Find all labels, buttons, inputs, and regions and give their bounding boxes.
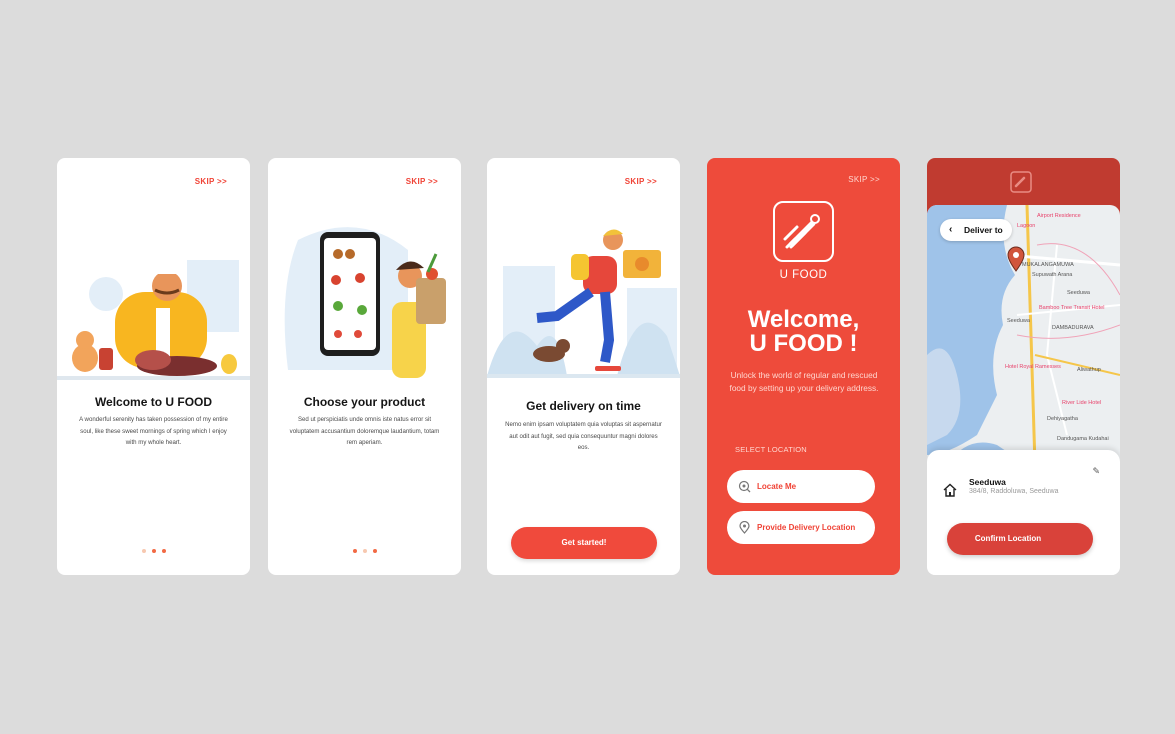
edit-icon[interactable]: ✎ xyxy=(1092,466,1100,477)
onboarding-screen-1: SKIP >> Welcome to U FOOD A wonderful se… xyxy=(57,158,250,575)
map-label: DAMBADURAVA xyxy=(1052,325,1094,331)
page-dot[interactable] xyxy=(372,549,377,553)
chef-illustration xyxy=(57,255,250,380)
delivery-illustration xyxy=(487,229,680,378)
map-label: River Lide Hotel xyxy=(1062,400,1102,406)
welcome-description: Unlock the world of regular and rescued … xyxy=(729,370,879,393)
skip-button[interactable]: SKIP >> xyxy=(195,177,227,186)
page-indicator xyxy=(57,540,250,558)
map-pin-icon xyxy=(1007,246,1025,272)
confirm-location-button[interactable]: Confirm Location xyxy=(947,523,1093,555)
skip-button[interactable]: SKIP >> xyxy=(848,175,880,184)
page-title: Welcome to U FOOD xyxy=(94,395,213,409)
page-dot[interactable] xyxy=(141,549,146,553)
welcome-heading: Welcome, U FOOD ! xyxy=(707,308,900,356)
get-started-button[interactable]: Get started! xyxy=(511,527,657,559)
map-label: Hotel Royal Ramesses xyxy=(1005,364,1061,370)
page-title: Choose your product xyxy=(303,395,426,409)
map-label: Airport Residence xyxy=(1037,213,1081,219)
page-dot-active[interactable] xyxy=(352,549,357,553)
map-label: Aliwathup xyxy=(1077,367,1101,373)
skip-button[interactable]: SKIP >> xyxy=(406,177,438,186)
welcome-line-1: Welcome, xyxy=(747,306,860,333)
ufood-logo xyxy=(773,201,834,262)
map-label: Seeduwa xyxy=(1007,318,1030,324)
page-description: Sed ut perspiciatis unde omnis iste natu… xyxy=(289,416,440,446)
map-label: Lagoon xyxy=(1017,223,1036,229)
brand-name: U FOOD xyxy=(779,269,828,281)
page-dot[interactable] xyxy=(161,549,166,553)
address-sheet: ✎ Seeduwa 384/8, Raddoluwa, Seeduwa Conf… xyxy=(927,450,1120,575)
skip-button[interactable]: SKIP >> xyxy=(625,177,657,186)
page-indicator xyxy=(268,540,461,558)
map-label: Supuwath Arana xyxy=(1032,272,1073,278)
locate-me-button[interactable]: Locate Me xyxy=(727,470,875,503)
chevron-left-icon: ‹ xyxy=(949,224,953,235)
locate-me-label: Locate Me xyxy=(757,482,797,491)
map-label: Seeduwa xyxy=(1067,290,1090,296)
select-location-screen: SKIP >> U FOOD Welcome, U FOOD ! Unlock … xyxy=(707,158,900,575)
map-label: Bamboo Tree Transit Hotel xyxy=(1039,305,1105,311)
provide-location-label: Provide Delivery Location xyxy=(757,523,856,532)
locate-search-icon xyxy=(738,480,751,493)
address-title: Seeduwa xyxy=(969,477,1006,487)
page-dot-active[interactable] xyxy=(151,549,156,553)
page-description: A wonderful serenity has taken possessio… xyxy=(79,416,228,446)
rocket-icon xyxy=(783,214,820,249)
onboarding-screen-3: SKIP >> Get delivery on time Nemo enim i… xyxy=(487,158,680,575)
address-detail: 384/8, Raddoluwa, Seeduwa xyxy=(969,488,1059,495)
home-icon xyxy=(943,483,957,497)
map-screen: Airport Residence Lagoon MUKALANGAMUWA S… xyxy=(927,158,1120,575)
map-label: Dehiyagatha xyxy=(1047,416,1078,422)
onboarding-screen-2: SKIP >> Choose your product Sed ut persp… xyxy=(268,158,461,575)
provide-location-button[interactable]: Provide Delivery Location xyxy=(727,511,875,544)
page-title: Get delivery on time xyxy=(526,399,641,413)
map-label: MUKALANGAMUWA xyxy=(1022,262,1074,268)
map-graphic xyxy=(927,205,1120,465)
select-location-label: SELECT LOCATION xyxy=(735,445,807,454)
ufood-logo-icon xyxy=(1010,171,1032,193)
page-dot[interactable] xyxy=(362,549,367,553)
location-pin-icon xyxy=(739,521,750,534)
map-view[interactable]: Airport Residence Lagoon MUKALANGAMUWA S… xyxy=(927,205,1120,465)
shopping-illustration xyxy=(284,227,446,378)
map-label: Dandugama Kudahai xyxy=(1057,436,1109,442)
page-description: Nemo enim ipsam voluptatem quia voluptas… xyxy=(505,421,662,451)
welcome-line-2: U FOOD ! xyxy=(749,330,858,357)
deliver-to-label: Deliver to xyxy=(964,225,1003,235)
deliver-to-back-button[interactable]: ‹ Deliver to xyxy=(940,219,1012,241)
